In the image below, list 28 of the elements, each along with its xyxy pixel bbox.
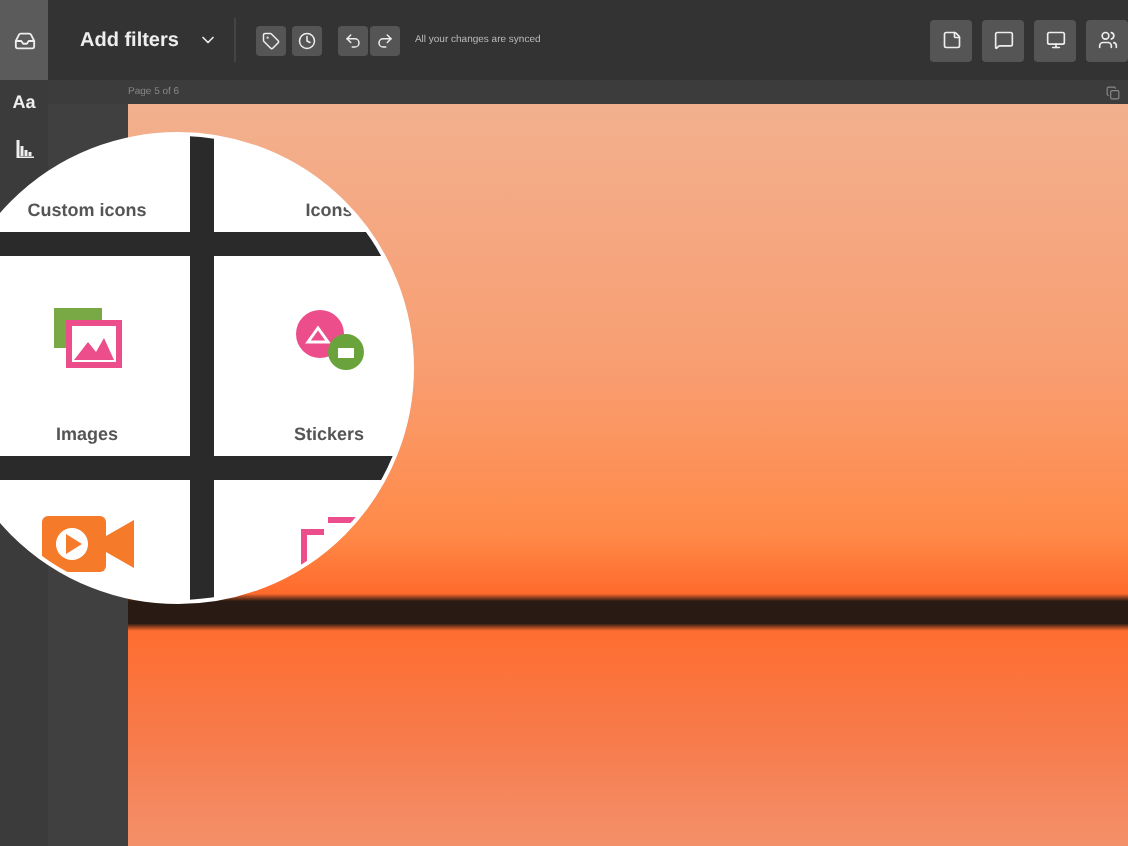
pictures-icon: [53, 308, 121, 368]
monitor-icon: [1045, 30, 1065, 50]
inbox-icon[interactable]: [0, 0, 48, 80]
bar-chart-icon[interactable]: [15, 140, 33, 158]
monitor-button[interactable]: [1034, 19, 1076, 61]
tile-label: Custom icons: [27, 200, 147, 220]
comment-button[interactable]: [982, 19, 1024, 61]
speech-bubble-icon: [993, 30, 1013, 50]
clock-icon: [298, 31, 317, 49]
note-button[interactable]: [930, 19, 972, 61]
undo-button[interactable]: [338, 25, 369, 55]
sticker-icon: [293, 308, 365, 372]
note-icon: [941, 30, 961, 50]
tag-icon: [262, 31, 281, 49]
undo-icon: [344, 31, 363, 49]
add-filters-dropdown[interactable]: Add filters: [80, 21, 219, 59]
text-tool-button[interactable]: Aa: [12, 92, 36, 112]
redo-icon: [376, 31, 395, 49]
duplicate-icon[interactable]: [1106, 85, 1120, 99]
frames-icon: [299, 516, 359, 568]
users-button[interactable]: [1086, 19, 1128, 61]
clock-button[interactable]: [292, 25, 323, 55]
tile-label: Stickers: [293, 424, 365, 444]
tile-label: Images: [55, 424, 119, 444]
video-camera-icon: [41, 516, 133, 572]
redo-button[interactable]: [370, 25, 401, 55]
users-icon: [1097, 30, 1117, 50]
tag-button[interactable]: [256, 25, 287, 55]
